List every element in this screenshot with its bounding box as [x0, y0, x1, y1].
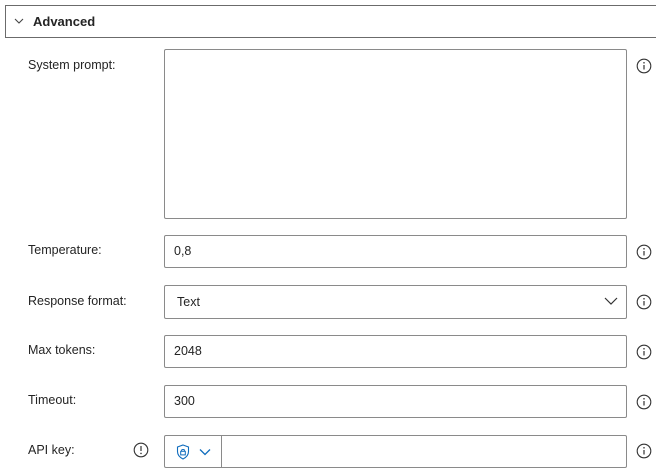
timeout-label: Timeout:	[28, 393, 77, 407]
shield-lock-icon	[176, 444, 190, 460]
info-icon[interactable]	[133, 442, 149, 458]
section-title: Advanced	[33, 14, 96, 29]
max-tokens-value: 2048	[174, 344, 202, 358]
info-icon[interactable]	[636, 294, 652, 310]
info-icon[interactable]	[636, 394, 652, 410]
advanced-settings-panel: Advanced System prompt: Temperature: 0,8…	[0, 0, 657, 468]
max-tokens-label: Max tokens:	[28, 343, 96, 357]
info-icon[interactable]	[636, 443, 652, 459]
info-icon[interactable]	[636, 244, 652, 260]
chevron-down-icon	[199, 449, 211, 456]
max-tokens-input[interactable]: 2048	[164, 335, 627, 368]
api-key-label: API key:	[28, 443, 75, 457]
info-icon[interactable]	[636, 58, 652, 74]
response-format-value: Text	[177, 295, 200, 309]
api-key-input[interactable]	[164, 435, 627, 468]
response-format-label: Response format:	[28, 294, 127, 308]
timeout-value: 300	[174, 394, 195, 408]
advanced-section-header[interactable]: Advanced	[5, 5, 656, 38]
chevron-down-icon	[14, 18, 24, 24]
secure-input-toggle[interactable]	[165, 436, 222, 467]
timeout-input[interactable]: 300	[164, 385, 627, 418]
temperature-label: Temperature:	[28, 243, 102, 257]
response-format-dropdown[interactable]: Text	[164, 285, 627, 319]
chevron-down-icon	[604, 297, 618, 305]
system-prompt-label: System prompt:	[28, 58, 116, 72]
system-prompt-textarea[interactable]	[164, 49, 627, 219]
info-icon[interactable]	[636, 344, 652, 360]
temperature-value: 0,8	[174, 244, 192, 258]
temperature-input[interactable]: 0,8	[164, 235, 627, 268]
